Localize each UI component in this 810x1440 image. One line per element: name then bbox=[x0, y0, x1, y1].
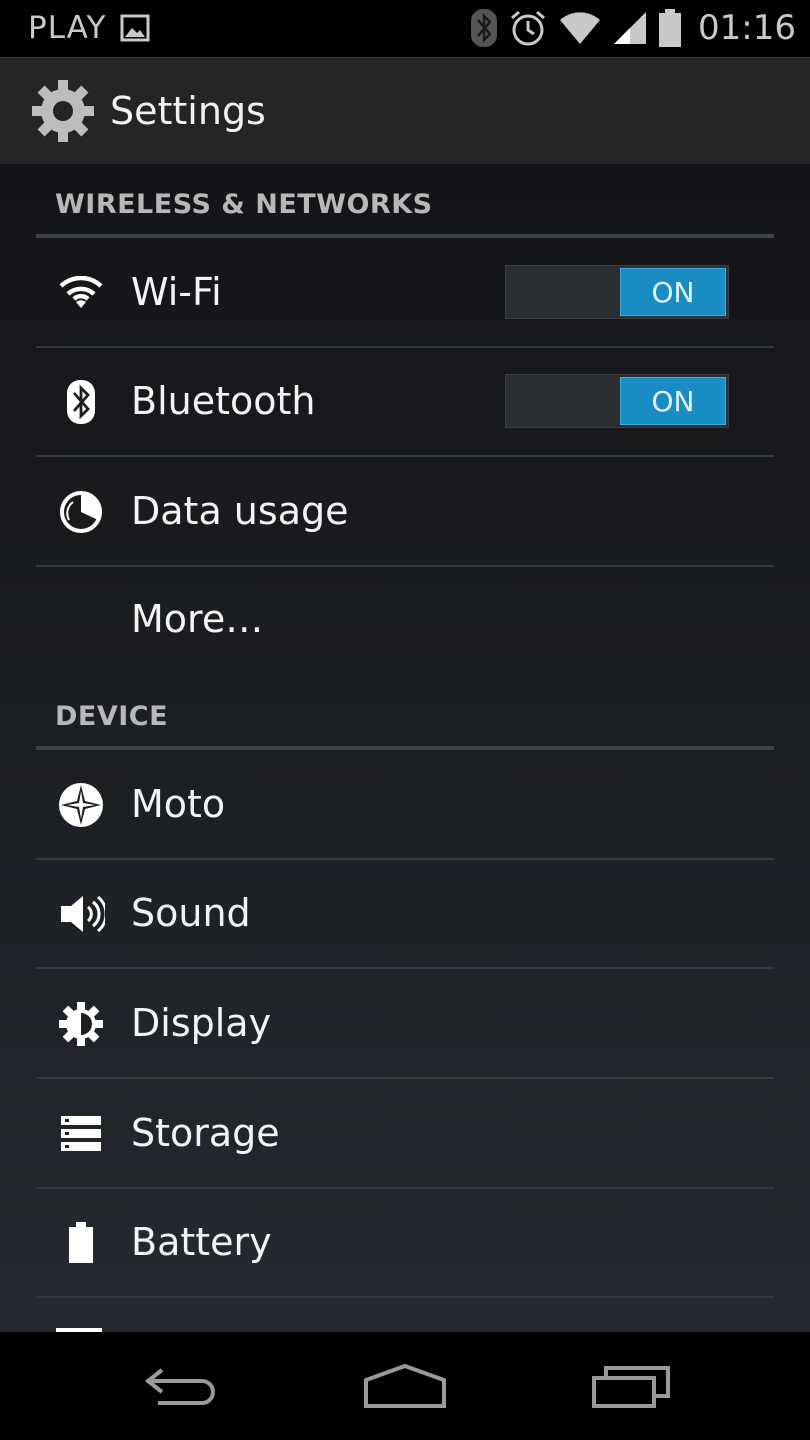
toggle-state: ON bbox=[620, 377, 726, 425]
carrier-name: PLAY bbox=[28, 10, 107, 46]
recents-icon[interactable] bbox=[577, 1356, 687, 1416]
settings-item-data-usage[interactable]: Data usage bbox=[36, 457, 774, 567]
status-bar: PLAY 01:16 bbox=[0, 0, 810, 56]
settings-item-battery[interactable]: Battery bbox=[36, 1188, 774, 1298]
clock: 01:16 bbox=[698, 8, 796, 48]
image-icon bbox=[120, 14, 150, 42]
home-icon[interactable] bbox=[350, 1356, 460, 1416]
moto-icon bbox=[56, 780, 106, 830]
bluetooth-toggle[interactable]: ON bbox=[505, 374, 729, 428]
settings-item-sound[interactable]: Sound bbox=[36, 859, 774, 969]
settings-item-moto[interactable]: Moto bbox=[36, 750, 774, 860]
settings-gear-icon[interactable] bbox=[30, 78, 96, 144]
battery-icon bbox=[56, 1218, 106, 1268]
settings-item-label: More… bbox=[131, 597, 264, 641]
storage-icon bbox=[56, 1109, 106, 1159]
settings-item-storage[interactable]: Storage bbox=[36, 1079, 774, 1189]
wifi-icon bbox=[56, 268, 106, 318]
action-bar: Settings bbox=[0, 57, 810, 164]
bluetooth-icon bbox=[56, 377, 106, 427]
battery-icon bbox=[658, 8, 682, 48]
settings-item-label: Storage bbox=[131, 1111, 280, 1155]
settings-item-label: Wi-Fi bbox=[131, 270, 222, 314]
section-header-wireless: WIRELESS & NETWORKS bbox=[36, 164, 774, 238]
settings-item-display[interactable]: Display bbox=[36, 969, 774, 1079]
data-usage-icon bbox=[56, 487, 106, 537]
display-brightness-icon bbox=[56, 999, 106, 1049]
settings-item-label: Battery bbox=[131, 1220, 272, 1264]
page-title: Settings bbox=[110, 89, 266, 133]
navigation-bar bbox=[0, 1332, 810, 1440]
section-header-label: WIRELESS & NETWORKS bbox=[55, 189, 433, 220]
settings-item-more[interactable]: More… bbox=[36, 567, 774, 675]
settings-item-label: Bluetooth bbox=[131, 379, 316, 423]
alarm-icon bbox=[508, 8, 548, 48]
settings-item-wifi[interactable]: Wi-Fi ON bbox=[36, 238, 774, 348]
settings-item-label: Display bbox=[131, 1001, 272, 1045]
sound-icon bbox=[56, 889, 106, 939]
section-header-device: DEVICE bbox=[36, 676, 774, 750]
wifi-icon bbox=[558, 10, 602, 46]
section-header-label: DEVICE bbox=[55, 701, 169, 732]
bluetooth-icon bbox=[470, 8, 498, 48]
signal-icon bbox=[612, 10, 648, 46]
wifi-toggle[interactable]: ON bbox=[505, 265, 729, 319]
toggle-state: ON bbox=[620, 268, 726, 316]
settings-item-bluetooth[interactable]: Bluetooth ON bbox=[36, 347, 774, 457]
settings-item-label: Data usage bbox=[131, 489, 349, 533]
settings-item-label: Moto bbox=[131, 782, 226, 826]
back-icon[interactable] bbox=[125, 1356, 235, 1416]
settings-item-label: Sound bbox=[131, 891, 251, 935]
settings-list[interactable]: WIRELESS & NETWORKS Wi-Fi ON Bluetooth O… bbox=[0, 164, 810, 1332]
